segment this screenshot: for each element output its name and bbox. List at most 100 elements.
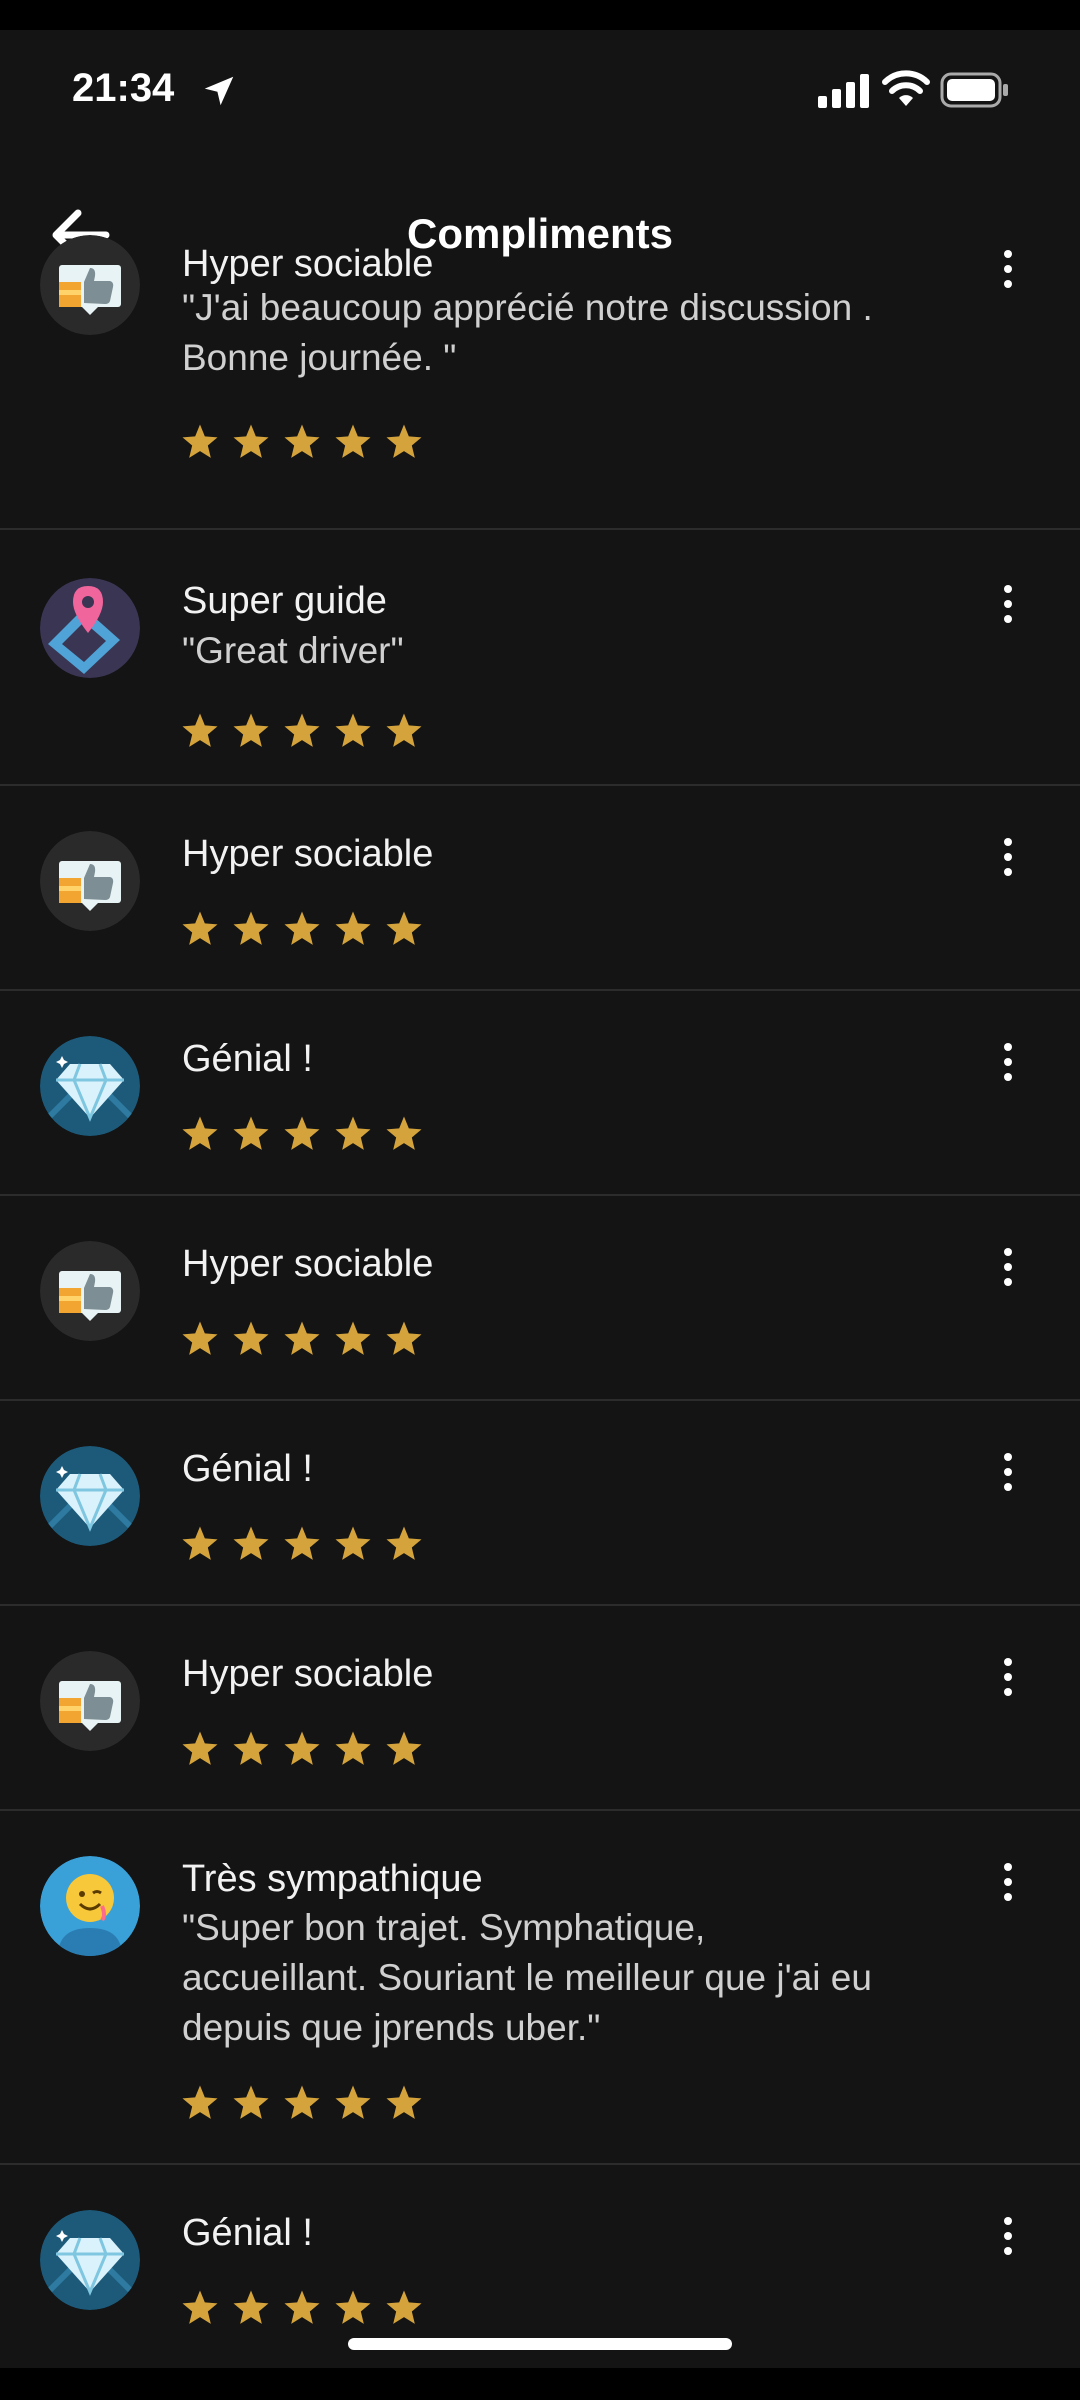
cellular-signal-icon [818,74,869,108]
star-rating [180,711,424,751]
status-time: 21:34 [72,66,175,110]
star-rating [180,1319,424,1359]
status-bar: 21:34 [0,30,1080,150]
star-icon [386,2085,422,2119]
diamond-badge-icon [40,1036,140,1136]
star-icon [182,424,218,458]
star-rating [180,909,424,949]
star-icon [233,2085,269,2119]
star-icon [182,2290,218,2324]
more-options-button[interactable] [984,1442,1032,1502]
star-icon [335,2085,371,2119]
more-dot-icon [1004,1043,1012,1051]
home-indicator[interactable] [348,2338,732,2350]
battery-icon [940,72,1008,108]
compliment-title: Super guide [182,580,387,622]
star-rating [180,422,424,462]
thumbs-up-badge-icon [40,235,140,335]
more-dot-icon [1004,265,1012,273]
more-dot-icon [1004,1058,1012,1066]
star-icon [386,1321,422,1355]
star-icon [284,1116,320,1150]
more-dot-icon [1004,2217,1012,2225]
star-icon [386,1731,422,1765]
compliment-title: Très sympathique [182,1858,483,1900]
compliments-list: Hyper sociable "J'ai beaucoup apprécié no… [0,235,1080,2368]
star-icon [182,713,218,747]
thumbs-up-badge-icon [40,1241,140,1341]
more-dot-icon [1004,1278,1012,1286]
star-icon [284,1526,320,1560]
more-dot-icon [1004,280,1012,288]
compliment-item: Hyper sociable "J'ai beaucoup apprécié no… [0,235,1080,530]
star-icon [335,424,371,458]
compliment-item: Génial ! [0,1401,1080,1606]
star-icon [386,2290,422,2324]
compliment-item: Hyper sociable [0,786,1080,991]
star-icon [182,2085,218,2119]
star-icon [233,1731,269,1765]
compliment-comment: "J'ai beaucoup apprécié notre discussion… [182,287,873,378]
more-dot-icon [1004,1453,1012,1461]
star-icon [284,2085,320,2119]
more-options-button[interactable] [984,827,1032,887]
more-dot-icon [1004,585,1012,593]
more-options-button[interactable] [984,2206,1032,2266]
compliment-item: Super guide "Great driver" [0,530,1080,786]
more-options-button[interactable] [984,1237,1032,1297]
star-rating [180,2083,424,2123]
star-icon [335,2290,371,2324]
more-options-button[interactable] [984,239,1032,299]
star-icon [233,713,269,747]
more-dot-icon [1004,600,1012,608]
star-icon [284,1731,320,1765]
star-icon [335,911,371,945]
compliment-title: Génial ! [182,2212,313,2254]
star-icon [284,911,320,945]
star-rating [180,2288,424,2328]
more-dot-icon [1004,615,1012,623]
diamond-badge-icon [40,1446,140,1546]
star-icon [233,1321,269,1355]
more-options-button[interactable] [984,1647,1032,1707]
star-icon [182,1526,218,1560]
more-options-button[interactable] [984,1032,1032,1092]
compliment-title: Hyper sociable [182,1243,434,1285]
star-icon [182,1116,218,1150]
more-dot-icon [1004,1073,1012,1081]
more-dot-icon [1004,1263,1012,1271]
more-dot-icon [1004,1863,1012,1871]
more-dot-icon [1004,2247,1012,2255]
star-icon [386,1116,422,1150]
more-dot-icon [1004,250,1012,258]
star-icon [335,1116,371,1150]
star-icon [335,713,371,747]
star-icon [182,1731,218,1765]
compliment-title: Hyper sociable [182,833,434,875]
star-icon [284,713,320,747]
compliment-item: Hyper sociable [0,1196,1080,1401]
star-icon [233,2290,269,2324]
star-icon [284,2290,320,2324]
thumbs-up-badge-icon [40,1651,140,1751]
more-dot-icon [1004,1878,1012,1886]
more-options-button[interactable] [984,574,1032,634]
star-icon [182,911,218,945]
more-dot-icon [1004,1658,1012,1666]
star-icon [233,1116,269,1150]
more-dot-icon [1004,1468,1012,1476]
star-icon [335,1526,371,1560]
star-rating [180,1729,424,1769]
more-dot-icon [1004,2232,1012,2240]
compliment-title: Hyper sociable [182,1653,434,1695]
compliment-title: Génial ! [182,1448,313,1490]
more-options-button[interactable] [984,1852,1032,1912]
more-dot-icon [1004,1248,1012,1256]
star-icon [335,1731,371,1765]
more-dot-icon [1004,868,1012,876]
star-icon [233,424,269,458]
star-icon [386,713,422,747]
compliment-item: Génial ! [0,991,1080,1196]
star-icon [284,1321,320,1355]
thumbs-up-badge-icon [40,831,140,931]
